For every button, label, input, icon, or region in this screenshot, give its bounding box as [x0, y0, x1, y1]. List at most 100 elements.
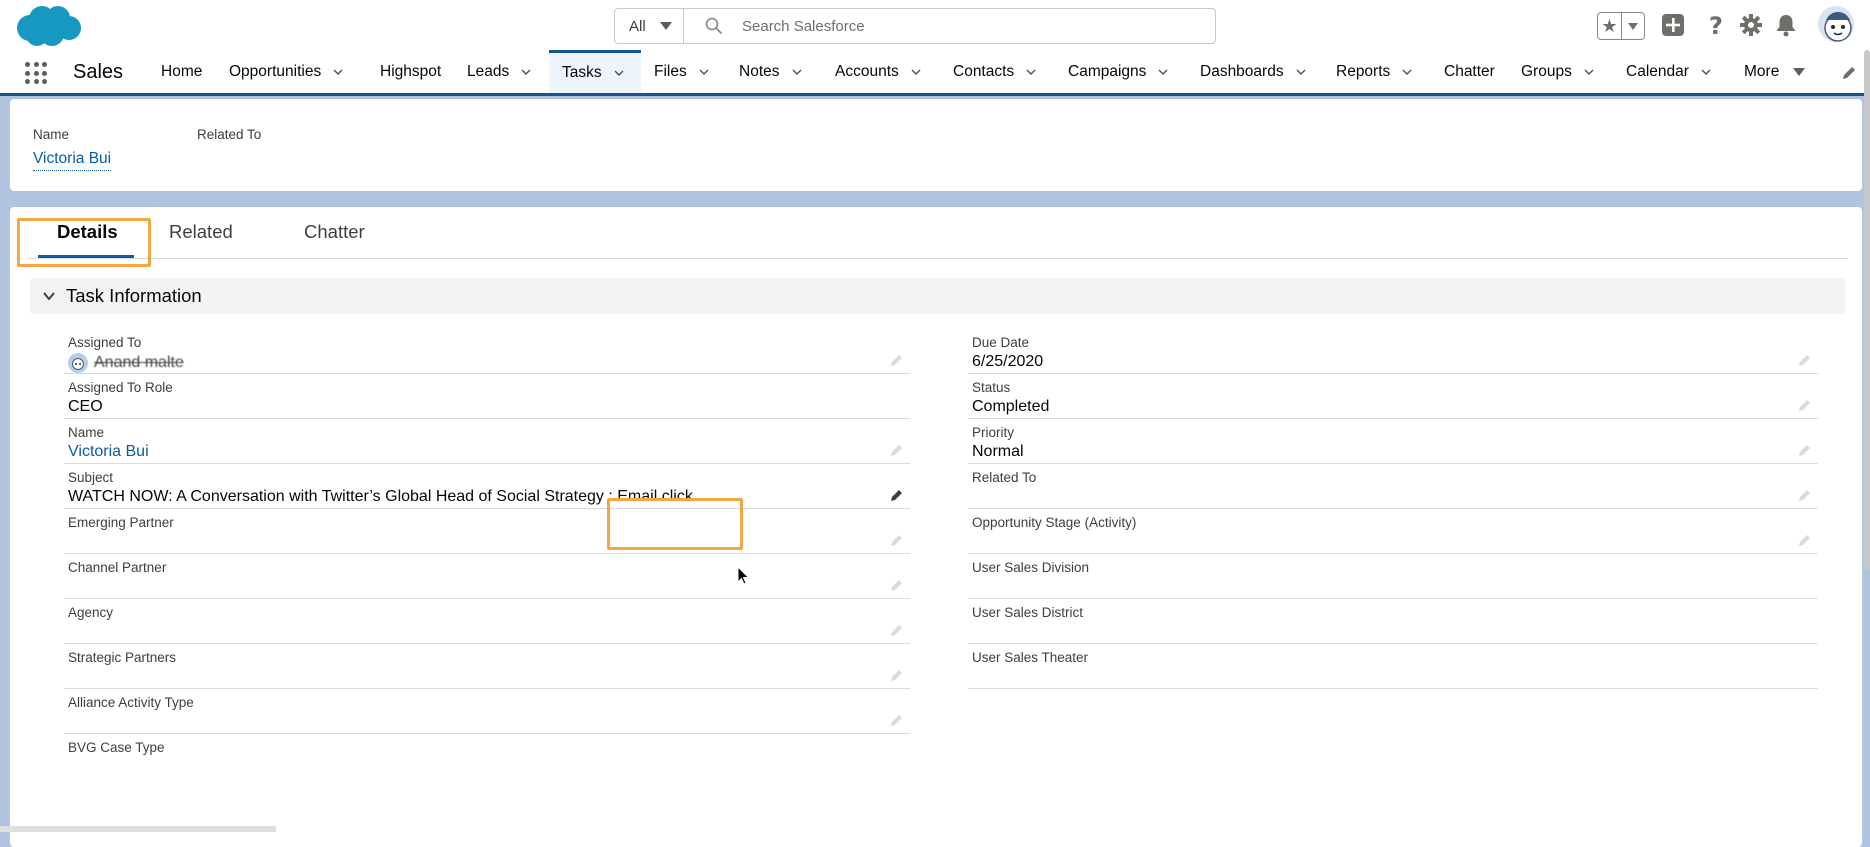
nav-item-highspot[interactable]: Highspot [380, 50, 441, 93]
nav-item-contacts[interactable]: Contacts [953, 50, 1036, 93]
field-label: Name [68, 425, 105, 440]
pencil-icon[interactable] [1798, 533, 1812, 547]
field-bvg-case-type: BVG Case Type [64, 734, 910, 779]
salesforce-logo-icon[interactable] [12, 4, 82, 48]
global-search: All [614, 8, 1216, 44]
record-detail-card: Details Related Chatter Task Information… [10, 207, 1862, 847]
field-subject: Subject WATCH NOW: A Conversation with T… [64, 464, 910, 509]
field-label: Alliance Activity Type [68, 695, 194, 710]
chevron-down-icon[interactable] [521, 67, 531, 77]
add-icon[interactable] [1660, 12, 1686, 38]
chevron-down-icon[interactable] [1296, 67, 1306, 77]
nav-item-calendar[interactable]: Calendar [1626, 50, 1711, 93]
field-alliance-activity-type: Alliance Activity Type [64, 689, 910, 734]
chevron-down-icon[interactable] [614, 68, 624, 78]
chevron-down-icon[interactable] [1402, 67, 1412, 77]
nav-item-opportunities[interactable]: Opportunities [229, 50, 343, 93]
assigned-user-chip[interactable]: Anand malte [68, 353, 184, 373]
field-emerging-partner: Emerging Partner [64, 509, 910, 554]
nav-item-label: Highspot [380, 62, 442, 80]
pencil-icon[interactable] [1798, 443, 1812, 457]
gear-icon[interactable] [1738, 12, 1764, 38]
tab-related[interactable]: Related [169, 221, 233, 243]
nav-item-dashboards[interactable]: Dashboards [1200, 50, 1306, 93]
field-assigned-to: Assigned To Anand malte [64, 329, 910, 374]
bottom-status-strip [0, 826, 276, 832]
field-label: Strategic Partners [68, 650, 177, 665]
nav-item-label: Dashboards [1200, 62, 1284, 80]
pencil-icon[interactable] [1798, 353, 1812, 367]
pencil-icon[interactable] [1798, 398, 1812, 412]
pencil-icon[interactable] [1798, 488, 1812, 502]
field-label: Assigned To Role [68, 380, 173, 395]
nav-item-home[interactable]: Home [161, 50, 202, 93]
nav-item-label: More [1744, 62, 1780, 80]
nav-item-label: Notes [739, 62, 780, 80]
pencil-icon[interactable] [890, 623, 904, 637]
tab-chatter[interactable]: Chatter [304, 221, 365, 243]
tab-details[interactable]: Details [57, 221, 118, 243]
pencil-icon[interactable] [890, 578, 904, 592]
nav-item-accounts[interactable]: Accounts [835, 50, 921, 93]
chevron-down-icon[interactable] [792, 67, 802, 77]
page-scrollbar[interactable] [1864, 50, 1870, 570]
nav-item-notes[interactable]: Notes [739, 50, 802, 93]
header-name-label: Name [33, 127, 70, 142]
nav-item-groups[interactable]: Groups [1521, 50, 1594, 93]
name-link[interactable]: Victoria Bui [68, 443, 149, 461]
pencil-icon[interactable] [890, 713, 904, 727]
nav-item-reports[interactable]: Reports [1336, 50, 1412, 93]
chevron-down-icon[interactable] [1026, 67, 1036, 77]
pencil-icon[interactable] [890, 353, 904, 367]
notifications-bell-icon[interactable] [1773, 12, 1799, 38]
chevron-down-icon[interactable] [333, 67, 343, 77]
caret-down-icon[interactable] [1793, 67, 1806, 76]
field-user-sales-district: User Sales District [968, 599, 1818, 644]
record-highlights-panel: Name Victoria Bui Related To [10, 99, 1862, 191]
user-avatar[interactable] [1816, 4, 1856, 44]
nav-item-campaigns[interactable]: Campaigns [1068, 50, 1168, 93]
favorites-menu-button[interactable] [1622, 22, 1644, 30]
nav-item-leads[interactable]: Leads [467, 50, 531, 93]
search-input[interactable] [740, 16, 1215, 36]
search-scope-dropdown[interactable]: All [615, 9, 684, 43]
field-opportunity-stage: Opportunity Stage (Activity) [968, 509, 1818, 554]
pencil-icon[interactable] [890, 668, 904, 682]
section-header-task-information[interactable]: Task Information [30, 278, 1845, 314]
field-label: User Sales District [972, 605, 1084, 620]
chevron-down-icon[interactable] [1584, 67, 1594, 77]
nav-item-label: Calendar [1626, 62, 1689, 80]
nav-item-more[interactable]: More [1744, 50, 1806, 93]
field-label: User Sales Division [972, 560, 1090, 575]
chevron-down-icon[interactable] [911, 67, 921, 77]
field-user-sales-division: User Sales Division [968, 554, 1818, 599]
nav-item-chatter[interactable]: Chatter [1444, 50, 1495, 93]
assigned-user-name[interactable]: Anand malte [94, 354, 184, 372]
field-value: Normal [972, 443, 1024, 460]
nav-item-label: Opportunities [229, 62, 322, 80]
nav-item-files[interactable]: Files [654, 50, 709, 93]
chevron-down-icon[interactable] [1701, 67, 1711, 77]
chevron-down-icon[interactable] [1158, 67, 1168, 77]
nav-item-tasks[interactable]: Tasks [549, 50, 641, 93]
star-icon[interactable]: ★ [1598, 13, 1622, 39]
favorites-button[interactable]: ★ [1597, 12, 1645, 40]
field-value: 6/25/2020 [972, 353, 1044, 370]
field-agency: Agency [64, 599, 910, 644]
field-status: Status Completed [968, 374, 1818, 419]
header-name-link[interactable]: Victoria Bui [33, 150, 112, 171]
nav-item-label: Tasks [562, 64, 602, 81]
chevron-down-icon[interactable] [699, 67, 709, 77]
field-label: Related To [972, 470, 1037, 485]
edit-nav-pencil-icon[interactable] [1841, 65, 1857, 81]
svg-text:?: ? [1709, 12, 1723, 38]
nav-item-label: Reports [1336, 62, 1391, 80]
pencil-icon[interactable] [890, 533, 904, 547]
app-launcher-icon[interactable] [25, 62, 47, 84]
field-label: Due Date [972, 335, 1030, 350]
pencil-icon[interactable] [890, 443, 904, 457]
field-label: Agency [68, 605, 114, 620]
global-header: All ★ ? [0, 0, 1870, 50]
help-icon[interactable]: ? [1703, 12, 1729, 38]
pencil-icon[interactable] [890, 488, 904, 502]
